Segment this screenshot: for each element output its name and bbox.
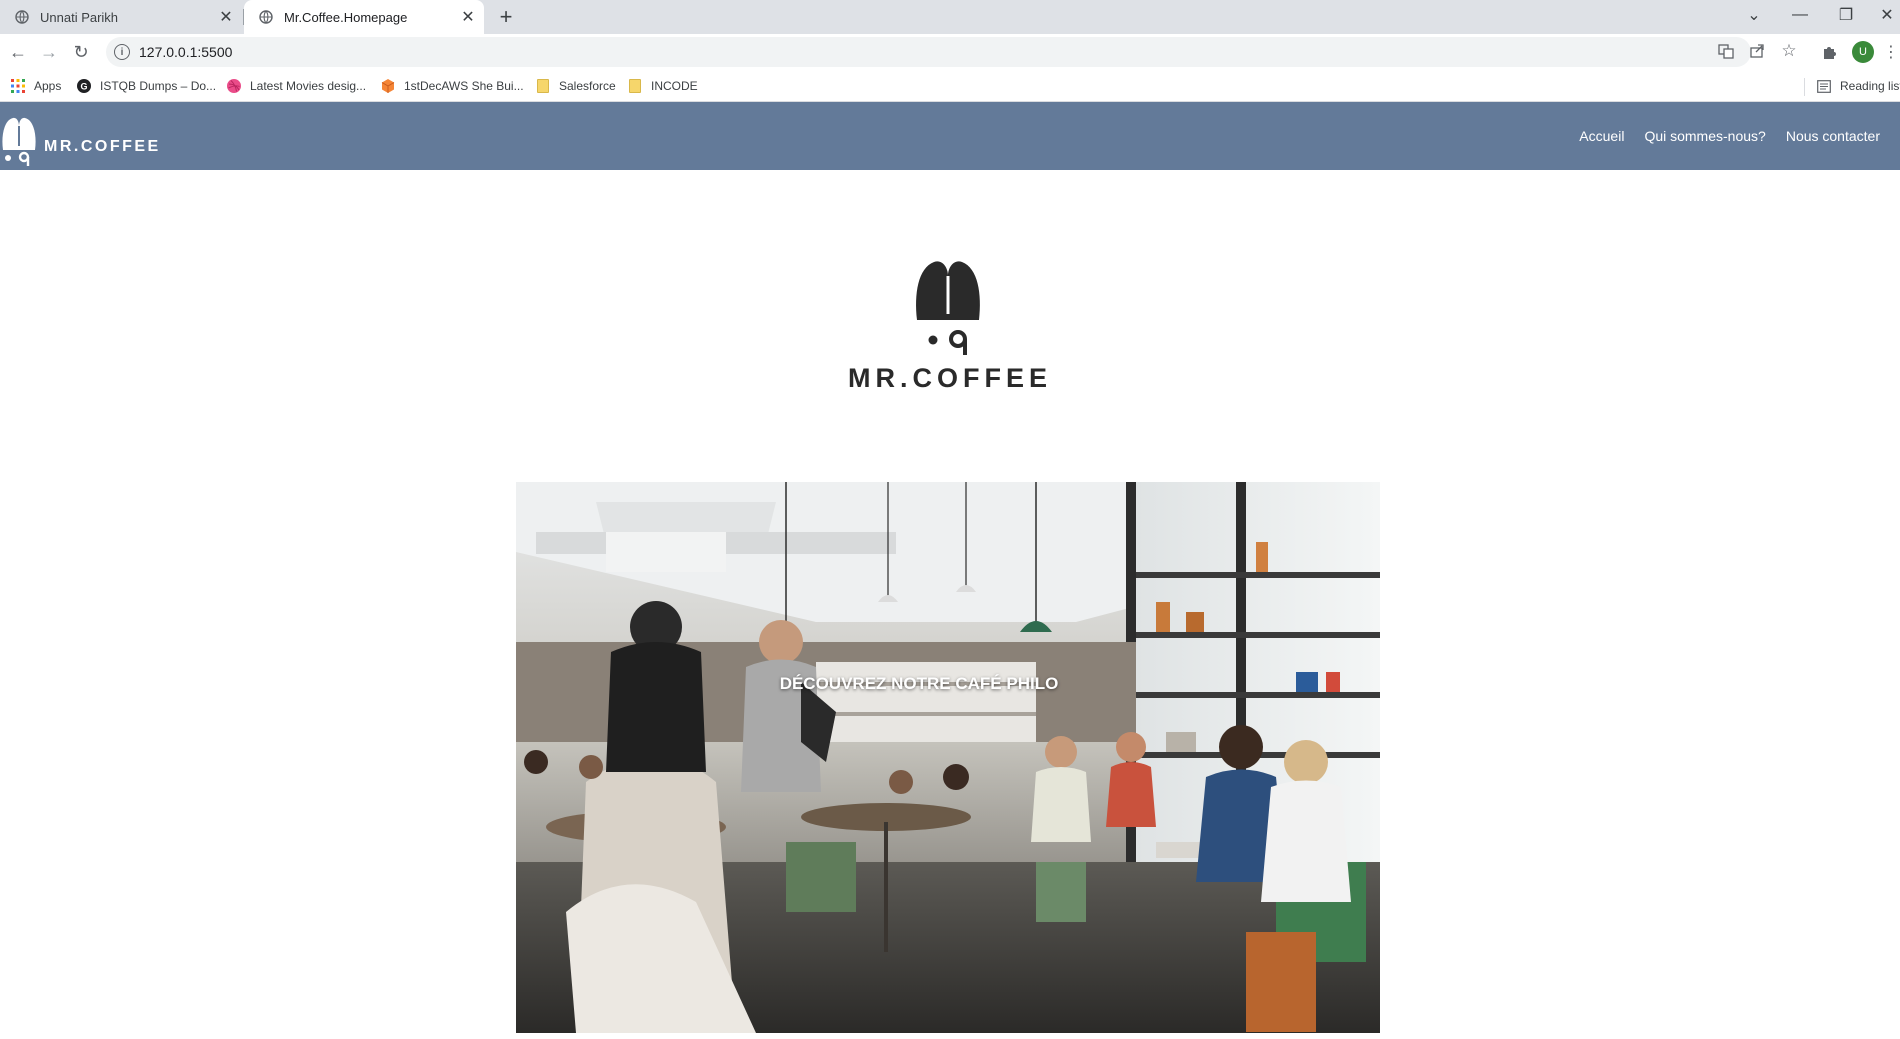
reload-icon[interactable]: ↻ <box>68 39 94 65</box>
reading-list-icon <box>1816 78 1832 94</box>
close-icon[interactable]: ✕ <box>216 7 236 27</box>
extensions-puzzle-icon[interactable] <box>1818 41 1840 63</box>
globe-icon <box>258 9 274 25</box>
info-icon[interactable]: i <box>114 44 130 60</box>
restore-icon[interactable]: ❐ <box>1828 0 1864 30</box>
forward-arrow-icon[interactable]: → <box>36 39 62 65</box>
more-menu-icon[interactable]: ⋮ <box>1883 41 1899 63</box>
coffee-logo-icon <box>2 117 36 166</box>
back-arrow-icon[interactable]: ← <box>5 39 31 65</box>
cafe-photo <box>516 482 1380 1033</box>
hero-brand: MR.COFFEE <box>848 363 1052 393</box>
bookmark-label: ISTQB Dumps – Do... <box>100 79 217 93</box>
tab-title: Unnati Parikh <box>40 9 119 25</box>
tab-search-icon[interactable]: ⌄ <box>1736 0 1772 30</box>
bookmark-label: Latest Movies desig... <box>250 79 367 93</box>
bookmark-star-icon[interactable]: ☆ <box>1779 41 1799 61</box>
window-close-icon[interactable]: ✕ <box>1874 0 1900 30</box>
close-icon[interactable]: ✕ <box>458 7 478 27</box>
svg-text:G: G <box>80 82 87 92</box>
tab-title: Mr.Coffee.Homepage <box>284 9 408 25</box>
bookmark-label: Salesforce <box>559 79 616 93</box>
minimize-icon[interactable]: — <box>1782 0 1818 30</box>
site-g-icon: G <box>76 78 92 94</box>
tab-unnati-parikh[interactable]: Unnati Parikh ✕ <box>0 0 242 34</box>
nav-nous-contacter[interactable]: Nous contacter <box>1786 128 1880 144</box>
bookmark-label: Apps <box>34 79 62 93</box>
bookmarks-bar: Apps G ISTQB Dumps – Do... Latest Movies… <box>0 70 1900 102</box>
bookmarks-divider <box>1804 78 1805 96</box>
hero-caption: DÉCOUVREZ NOTRE CAFÉ PHILO <box>779 674 1059 693</box>
globe-icon <box>14 9 30 25</box>
profile-avatar[interactable]: U <box>1852 41 1874 63</box>
bookmark-label: 1stDecAWS She Bui... <box>404 79 524 93</box>
browser-toolbar: ← → ↻ i 127.0.0.1:5500 ☆ <box>0 34 1900 70</box>
address-bar[interactable]: i 127.0.0.1:5500 <box>106 37 1751 67</box>
site-header: MR.COFFEE Accueil Qui sommes-nous? Nous … <box>0 102 1900 170</box>
header-brand: MR.COFFEE <box>44 138 161 155</box>
hero-image: DÉCOUVREZ NOTRE CAFÉ PHILO <box>516 482 1380 1033</box>
bookmark-istqb[interactable]: G ISTQB Dumps – Do... <box>76 70 216 102</box>
share-icon[interactable] <box>1747 41 1767 61</box>
new-tab-button[interactable]: + <box>494 4 518 29</box>
translate-icon[interactable] <box>1716 41 1736 61</box>
address-url[interactable]: 127.0.0.1:5500 <box>139 44 232 60</box>
bookmark-apps[interactable]: Apps <box>10 70 61 102</box>
apps-grid-icon <box>10 78 26 94</box>
bookmark-aws[interactable]: 1stDecAWS She Bui... <box>380 70 524 102</box>
header-logo[interactable]: MR.COFFEE <box>0 116 161 166</box>
bookmark-salesforce[interactable]: Salesforce <box>535 70 616 102</box>
bookmark-latest-movies[interactable]: Latest Movies desig... <box>226 70 366 102</box>
tab-strip: Unnati Parikh ✕ Mr.Coffee.Homepage ✕ + ⌄… <box>0 0 1900 34</box>
folder-icon <box>535 78 551 94</box>
cube-icon <box>380 78 396 94</box>
tab-mr-coffee[interactable]: Mr.Coffee.Homepage ✕ <box>244 0 484 34</box>
folder-icon <box>627 78 643 94</box>
dribbble-icon <box>226 78 242 94</box>
nav-accueil[interactable]: Accueil <box>1579 128 1624 144</box>
bookmark-label: INCODE <box>651 79 698 93</box>
nav-qui-sommes-nous[interactable]: Qui sommes-nous? <box>1644 128 1765 144</box>
reading-list-label: Reading list <box>1840 79 1900 93</box>
reading-list-button[interactable]: Reading list <box>1816 70 1900 102</box>
main-nav: Accueil Qui sommes-nous? Nous contacter <box>1579 102 1900 170</box>
bookmark-incode[interactable]: INCODE <box>627 70 698 102</box>
